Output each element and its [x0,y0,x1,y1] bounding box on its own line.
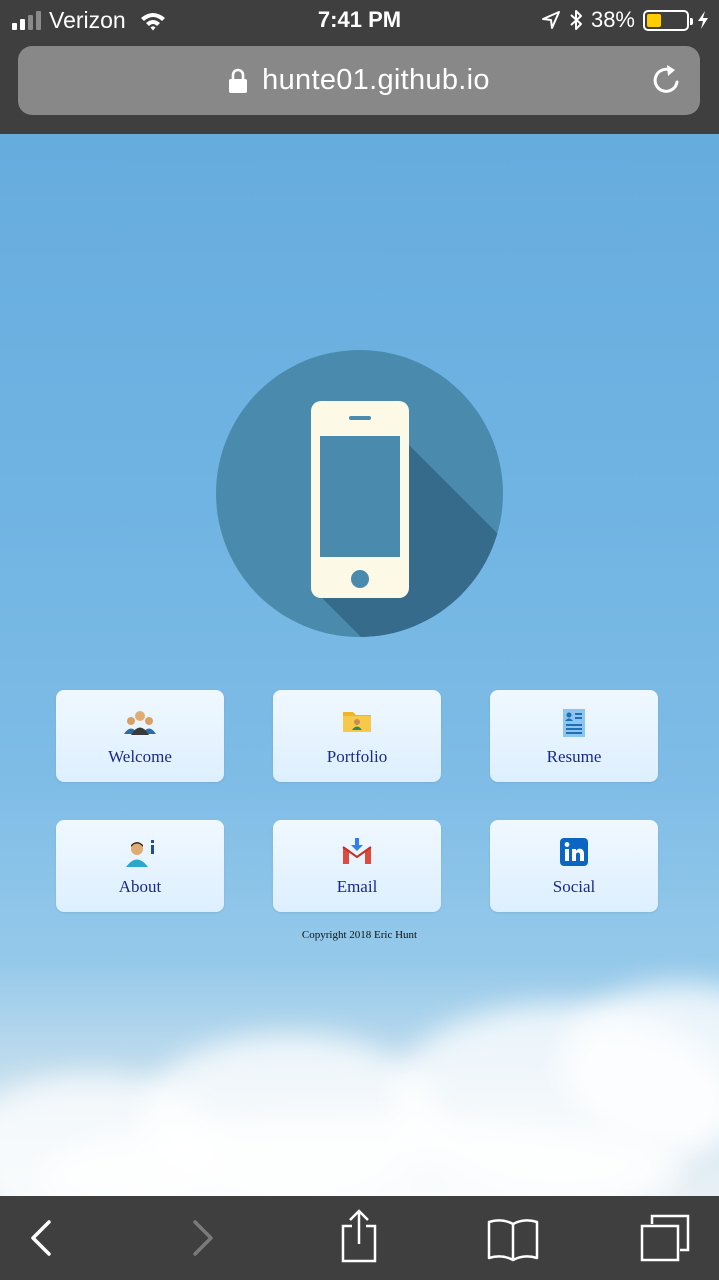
nav-tile-social[interactable]: Social [490,820,658,912]
url-text: hunte01.github.io [262,64,490,96]
cloud-background [0,964,719,1196]
forward-icon[interactable] [178,1214,226,1262]
charging-bolt-icon [698,11,708,29]
status-bar: Verizon 7:41 PM 38% [0,0,719,40]
address-content: hunte01.github.io [18,64,700,97]
status-right: 38% [541,7,709,33]
smartphone-icon [311,401,503,637]
person-info-icon [126,840,154,867]
browser-top-chrome: Verizon 7:41 PM 38% hunte01.github.io [0,0,719,134]
share-icon[interactable] [335,1208,383,1264]
tile-label: Email [336,877,378,896]
tile-label: Portfolio [326,747,388,766]
bluetooth-icon [570,10,582,30]
gmail-icon [342,838,372,864]
group-icon [124,711,156,735]
nav-tile-welcome[interactable]: Welcome [56,690,224,782]
web-content: Welcome Portfolio Resume About Email Soc… [0,134,719,1196]
address-bar[interactable]: hunte01.github.io [18,46,700,115]
nav-tile-resume[interactable]: Resume [490,690,658,782]
hero-circle [216,350,503,637]
document-icon [563,709,585,737]
tabs-icon[interactable] [638,1214,692,1262]
tile-label: Welcome [108,747,172,766]
browser-toolbar [0,1196,719,1280]
battery-icon [643,9,693,31]
lock-icon [229,68,248,93]
reload-icon[interactable] [650,63,684,97]
battery-percent: 38% [590,7,635,32]
nav-tile-about[interactable]: About [56,820,224,912]
folder-icon [343,712,371,732]
linkedin-icon [560,838,588,866]
tile-label: Social [552,877,596,896]
location-arrow-icon [541,11,560,29]
back-icon[interactable] [18,1214,66,1262]
bookmarks-icon[interactable] [486,1214,540,1262]
nav-tile-email[interactable]: Email [273,820,441,912]
tile-label: Resume [546,747,602,766]
nav-tile-portfolio[interactable]: Portfolio [273,690,441,782]
copyright-text: Copyright 2018 Eric Hunt [301,929,418,941]
tile-label: About [118,877,162,896]
battery-fill [647,13,662,27]
